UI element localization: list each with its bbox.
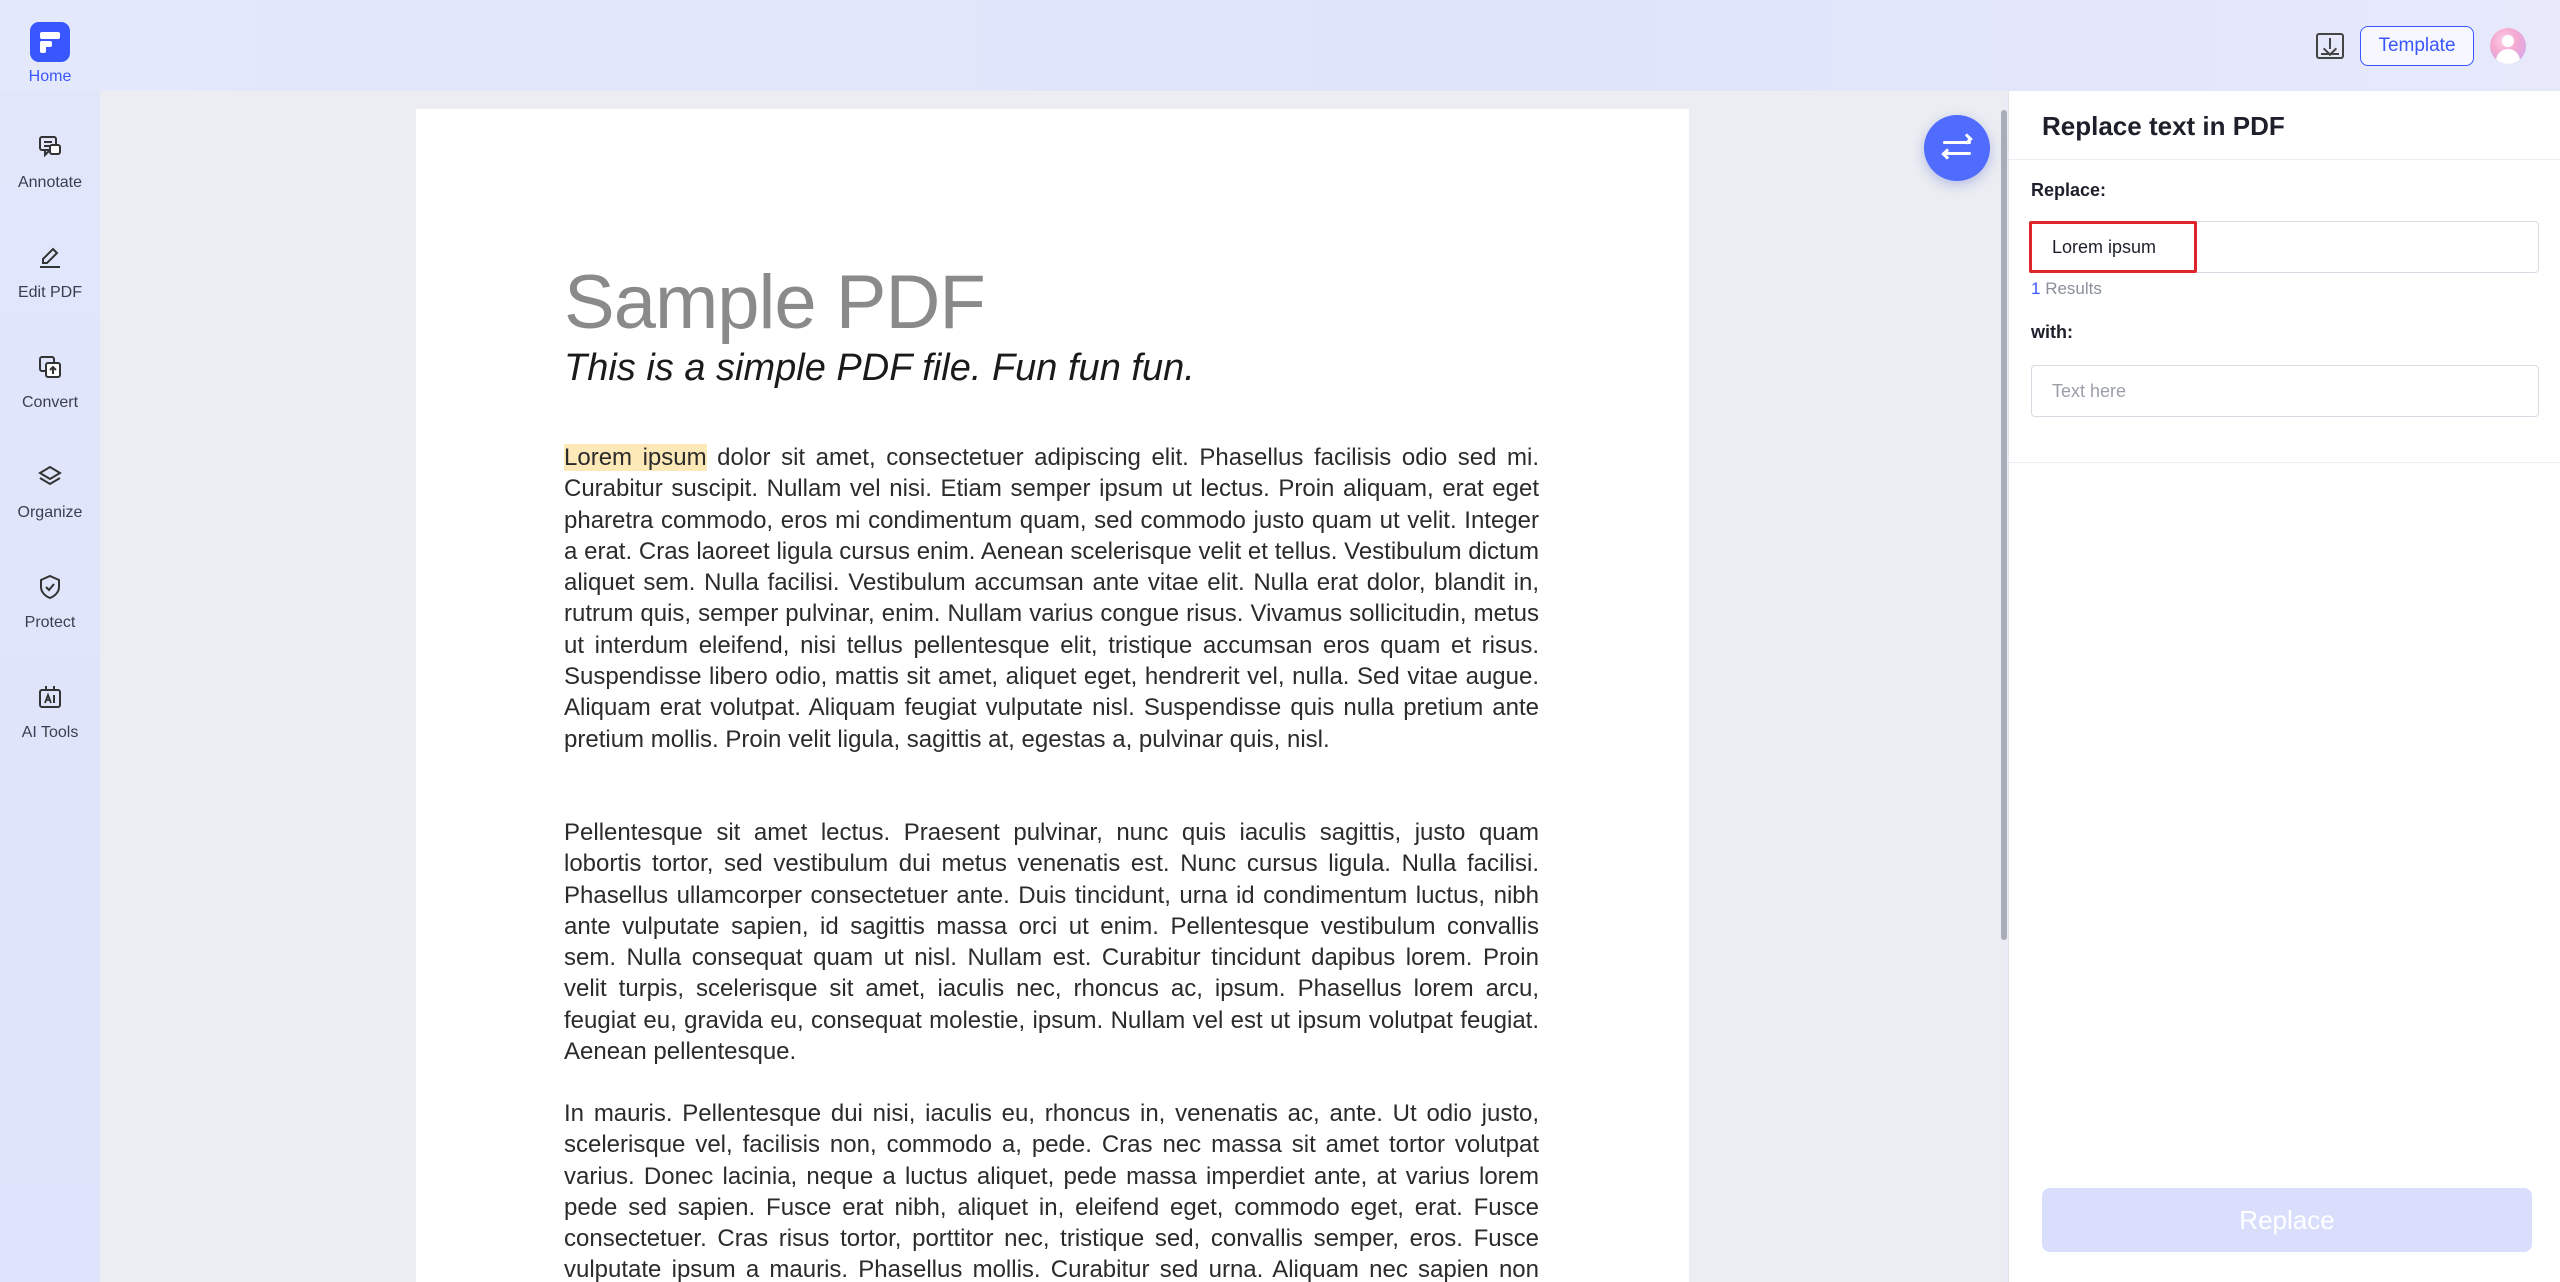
document-canvas[interactable]: Sample PDF This is a simple PDF file. Fu…: [100, 91, 2004, 1282]
with-label: with:: [2031, 322, 2073, 342]
divider: [2009, 159, 2560, 160]
sidebar-item-ai-tools[interactable]: AI Tools: [0, 684, 100, 764]
sidebar-item-label: Protect: [24, 614, 76, 631]
template-button[interactable]: Template: [2360, 26, 2474, 66]
sidebar: Annotate Edit PDF Convert Organize Prote…: [0, 91, 100, 1282]
replace-button[interactable]: Replace: [2042, 1188, 2532, 1252]
selection-outline: [2029, 221, 2197, 273]
panel-title: Replace text in PDF: [2042, 111, 2285, 141]
search-match-highlight: Lorem ipsum: [564, 444, 707, 471]
annotate-icon: [39, 136, 61, 158]
sidebar-item-label: AI Tools: [21, 724, 79, 741]
sidebar-item-label: Convert: [21, 394, 79, 411]
sidebar-item-label: Annotate: [17, 174, 83, 191]
divider: [2009, 462, 2560, 463]
swap-icon[interactable]: [1924, 115, 1990, 181]
edit-pdf-icon: [40, 247, 60, 268]
canvas-scrollbar[interactable]: [2001, 110, 2007, 940]
avatar[interactable]: [2490, 28, 2526, 64]
sidebar-item-organize[interactable]: Organize: [0, 464, 100, 544]
replace-panel: Replace text in PDF Replace: Lorem ipsum…: [2008, 91, 2560, 1282]
replace-label: Replace:: [2031, 180, 2107, 200]
organize-icon: [38, 465, 62, 486]
sidebar-item-label: Organize: [17, 504, 83, 521]
paragraph-1: Lorem ipsum dolor sit amet, consectetuer…: [564, 442, 1539, 755]
sidebar-item-convert[interactable]: Convert: [0, 354, 100, 434]
download-icon[interactable]: [2316, 33, 2344, 59]
pdf-page[interactable]: Sample PDF This is a simple PDF file. Fu…: [416, 109, 1689, 1282]
top-bar: Home Template: [0, 0, 2560, 91]
paragraph-2: Pellentesque sit amet lectus. Praesent p…: [564, 819, 1539, 1066]
protect-icon: [40, 574, 60, 600]
results-label: Results: [2040, 279, 2102, 298]
with-input[interactable]: Text here: [2031, 365, 2539, 417]
sidebar-item-annotate[interactable]: Annotate: [0, 134, 100, 214]
paragraph-3: In mauris. Pellentesque dui nisi, iaculi…: [564, 1100, 1539, 1282]
ai-tools-icon: [39, 686, 61, 708]
paragraph-1-text: dolor sit amet, consectetuer adipiscing …: [564, 444, 1540, 753]
home-icon[interactable]: [30, 22, 70, 62]
home-label[interactable]: Home: [0, 68, 100, 86]
sidebar-item-label: Edit PDF: [17, 284, 82, 301]
results-count: 1 Results: [2031, 279, 2102, 299]
sidebar-item-edit-pdf[interactable]: Edit PDF: [0, 244, 100, 324]
page-title: Sample PDF: [564, 260, 986, 345]
page-subtitle: This is a simple PDF file. Fun fun fun.: [564, 347, 1195, 389]
sidebar-item-protect[interactable]: Protect: [0, 574, 100, 654]
convert-icon: [39, 356, 61, 378]
